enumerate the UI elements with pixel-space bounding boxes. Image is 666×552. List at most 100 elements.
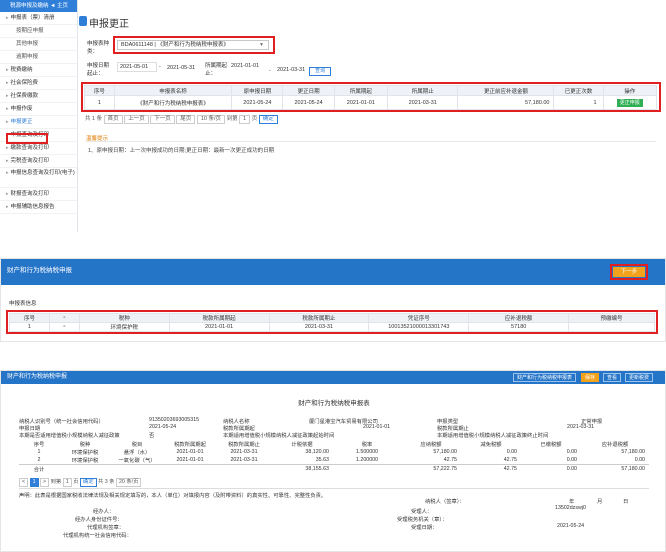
col-header: 序号 (33, 442, 45, 448)
highlight-box-next (610, 264, 648, 280)
sidebar-item-e-query[interactable]: 申报信息查询及打印(电子) (0, 168, 77, 188)
tax-period-to-input[interactable]: 2021-03-31 (275, 66, 309, 76)
cell: 0.00 (506, 449, 517, 455)
divider (19, 488, 649, 489)
small-scale-label: 本期是否适用增值税小规模纳税人减征政策 (19, 433, 120, 439)
cell: 42.75 (443, 457, 457, 463)
cell: 环境保护税 (71, 450, 99, 456)
decl-date-to-input[interactable]: 2021-05-31 (165, 64, 205, 74)
tax-period-label: 所属期起止： (205, 63, 228, 77)
cell: 1.500000 (355, 449, 379, 455)
sidebar-item-finance-query[interactable]: 财报查询及打印 (0, 188, 77, 201)
clipboard-icon (79, 16, 87, 26)
pager-size-select[interactable]: 20 条/页 (115, 478, 142, 487)
sidebar-item-void[interactable]: 申报作废 (0, 103, 77, 116)
pager-page-input[interactable]: 1 (239, 115, 251, 124)
table-row-total: 合计 38,155.63 57,222.75 42.75 0.00 57,180… (19, 464, 649, 473)
sidebar-item-tax-payment[interactable]: 税费缴纳 (0, 64, 77, 77)
table-header-row: 序号 税种 税目 税款所属期起 税款所属期止 计税依据 税率 应纳税额 减免税额… (19, 440, 649, 448)
pager-confirm-button[interactable]: 确定 (258, 115, 278, 124)
decl-date-from-input[interactable]: 2021-05-01 (117, 62, 157, 72)
panel3-title: 财产和行为税纳税申报 (7, 374, 68, 380)
sidebar: 税源申报及缴纳 ◄ 主页 申报表（票）清册 按期应申报 其他申报 逾期申报 税费… (0, 0, 78, 232)
col-header: 税款所属期止 (228, 442, 260, 448)
col-header: 税款所属期起 (174, 442, 206, 448)
sidebar-item-periodic[interactable]: 按期应申报 (0, 25, 77, 38)
table-row: 2 环境保护税 一氧化碳（气） 2021-01-01 2021-03-31 35… (19, 456, 649, 465)
pager-page-suffix: 页 (251, 116, 258, 122)
sidebar-header[interactable]: 税源申报及缴纳 ◄ 主页 (0, 0, 77, 12)
cell: 57,180.00 (433, 449, 457, 455)
pager-confirm-button[interactable]: 确定 (79, 478, 97, 487)
tips-text: 1、原申报日期：上一次申报成功的日期;更正日期：最新一次更正成功的日期 (88, 148, 275, 154)
view-button[interactable]: 查看 (603, 373, 622, 382)
tax-period-from-input[interactable]: 2021-01-01 (229, 62, 269, 72)
cell: 环境保护税 (71, 458, 99, 464)
pager-goto-label: 到第 (50, 479, 62, 485)
cell (333, 464, 401, 473)
date-sep: - (159, 64, 161, 70)
pager: < 1 > 到第 1 页 确定 共 3 条 20 条/页 (19, 477, 142, 487)
save-button[interactable]: 保存 (581, 373, 600, 382)
cell: 一氧化碳（气） (118, 458, 156, 464)
col-header: 税目 (131, 442, 143, 448)
form-type-label: 申报表种类： (87, 41, 110, 55)
update-tax-button[interactable]: 更新税费 (625, 373, 654, 382)
highlight-box-table2 (6, 310, 658, 334)
agent-id-label: 经办人身份证件号： (75, 517, 123, 523)
receiver-org-label: 受理税务机关（章）： (397, 517, 448, 523)
col-header: 税种 (79, 442, 91, 448)
pager-first[interactable]: 首页 (103, 115, 123, 124)
highlight-box-sidebar (6, 133, 48, 144)
sidebar-item-overdue[interactable]: 逾期申报 (0, 51, 77, 64)
cell: 2 (37, 457, 41, 463)
pager-current[interactable]: 1 (29, 478, 39, 487)
sidebar-item-aux-report[interactable]: 申报辅助信息报告 (0, 201, 77, 214)
col-header: 计税依据 (291, 442, 313, 448)
sidebar-item-other[interactable]: 其他申报 (0, 38, 77, 51)
cell: 57,180.00 (621, 449, 645, 455)
pager-page-input[interactable]: 1 (62, 478, 72, 487)
main-content: 申报更正 申报表种类： BDA0611148 | 《财产和行为税纳税申报表》 ▼… (79, 0, 666, 232)
receiver-value: 13502dzswj0 (555, 505, 586, 511)
cell: 42.75 (503, 457, 517, 463)
sidebar-item-social-payment[interactable]: 社保费缴款 (0, 90, 77, 103)
cell: 2021-01-01 (176, 457, 204, 463)
pager-prev[interactable]: 上一页 (124, 115, 149, 124)
sign-month: 月 (597, 499, 603, 505)
sidebar-item-social-insurance[interactable]: 社会保险费 (0, 77, 77, 90)
panel2-header-bar: 财产和行为税纳税申报 (1, 259, 665, 285)
cell: 38,155.63 (271, 464, 333, 473)
col-header: 已缴税额 (540, 442, 562, 448)
small-scale-start-label: 本期适用增值税小规模纳税人减征政策起始时间 (223, 433, 335, 439)
cell: 38,120.00 (305, 449, 329, 455)
declaration-text: 声明：此表是根据国家税收法律法规及相关规定填写的，本人（单位）对填报内容（及附带… (19, 493, 327, 499)
tips-divider (86, 141, 656, 142)
pager-next[interactable]: 下一页 (150, 115, 175, 124)
cell: 0.00 (634, 457, 645, 463)
sign-day: 日 (623, 499, 629, 505)
panel-declaration-correction: 税源申报及缴纳 ◄ 主页 申报表（票）清册 按期应申报 其他申报 逾期申报 税费… (0, 0, 666, 232)
panel-decl-form: 财产和行为税纳税申报 财产和行为税纳税申报表 保存 查看 更新税费 财产和行为税… (0, 370, 666, 552)
cell: 0.00 (521, 464, 581, 473)
pager-total: 共 1 条 (85, 116, 103, 122)
highlight-box-select (113, 36, 275, 54)
page-title: 申报更正 (89, 19, 129, 30)
signer-label: 纳税人（签章）： (425, 499, 465, 505)
pager-page-suffix: 页 (73, 479, 79, 485)
highlight-box-table (81, 82, 661, 112)
date-sep-2: - (269, 68, 271, 74)
tab-decl-form[interactable]: 财产和行为税纳税申报表 (513, 373, 577, 382)
taxpayer-id-value: 91350203693005315 (149, 417, 200, 423)
panel2-title: 财产和行为税纳税申报 (7, 267, 72, 274)
pager-next[interactable]: > (40, 478, 50, 487)
pager-prev[interactable]: < (19, 478, 29, 487)
sidebar-item-correction[interactable]: 申报更正 (0, 116, 77, 129)
pager-last[interactable]: 尾页 (176, 115, 196, 124)
cell (59, 464, 111, 473)
pager-size-select[interactable]: 10 条/页 (196, 115, 226, 124)
sidebar-item-paid-query[interactable]: 完税查询及打印 (0, 155, 77, 168)
sidebar-item-declaration-list[interactable]: 申报表（票）清册 (0, 12, 77, 25)
cell (217, 464, 271, 473)
query-button[interactable]: 查询 (309, 67, 331, 76)
